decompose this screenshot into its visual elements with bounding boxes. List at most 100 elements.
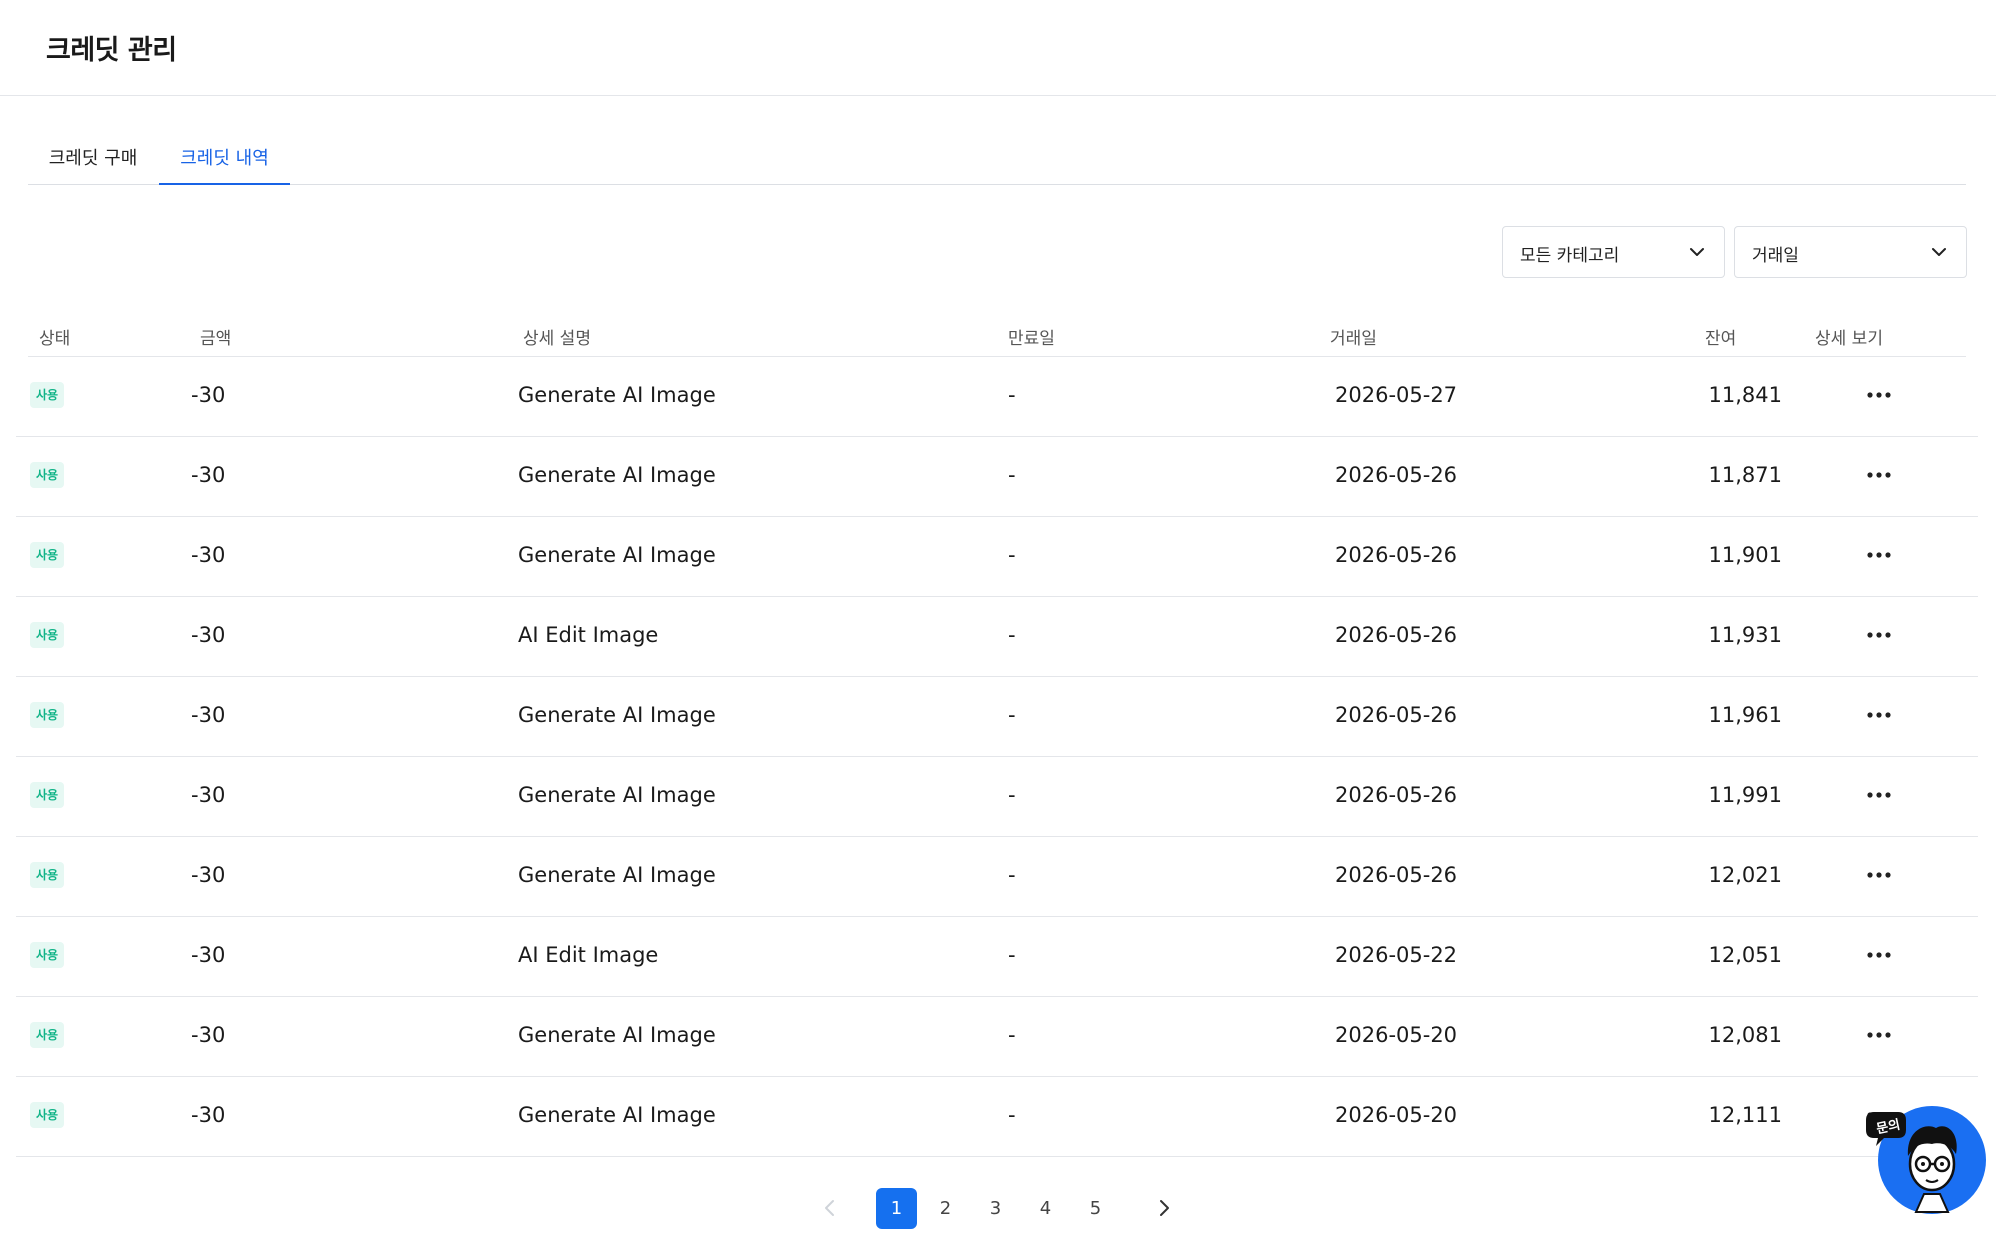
amount-cell: -30 (191, 703, 226, 727)
amount-cell: -30 (191, 383, 226, 407)
balance-cell: 11,991 (1708, 783, 1782, 807)
date-cell: 2026-05-26 (1335, 463, 1458, 487)
chevron-down-icon (1932, 248, 1946, 256)
description-cell: Generate AI Image (518, 1103, 716, 1127)
table-row: 사용 -30 Generate AI Image - 2026-05-20 12… (16, 1077, 1978, 1157)
table-row: 사용 -30 Generate AI Image - 2026-05-26 11… (16, 757, 1978, 837)
status-badge: 사용 (30, 542, 64, 568)
description-cell: Generate AI Image (518, 1023, 716, 1047)
more-options-icon[interactable] (1861, 383, 1897, 407)
status-badge: 사용 (30, 622, 64, 648)
more-options-icon[interactable] (1861, 703, 1897, 727)
more-options-icon[interactable] (1861, 783, 1897, 807)
chevron-right-icon[interactable] (1152, 1196, 1176, 1220)
table-row: 사용 -30 Generate AI Image - 2026-05-20 12… (16, 997, 1978, 1077)
page-button-1[interactable]: 1 (876, 1188, 917, 1229)
column-header-expiry: 만료일 (1008, 329, 1055, 349)
description-cell: Generate AI Image (518, 783, 716, 807)
description-cell: AI Edit Image (518, 943, 659, 967)
more-options-icon[interactable] (1861, 623, 1897, 647)
chevron-left-icon[interactable] (818, 1196, 842, 1220)
amount-cell: -30 (191, 783, 226, 807)
balance-cell: 12,051 (1708, 943, 1782, 967)
balance-cell: 11,901 (1708, 543, 1782, 567)
amount-cell: -30 (191, 1103, 226, 1127)
table-header: 상태 금액 상세 설명 만료일 거래일 잔여 상세 보기 (28, 318, 1966, 357)
date-select-value: 거래일 (1752, 246, 1799, 266)
amount-cell: -30 (191, 543, 226, 567)
page-button-2[interactable]: 2 (925, 1188, 966, 1229)
expiry-cell: - (1008, 863, 1016, 887)
date-cell: 2026-05-20 (1335, 1103, 1458, 1127)
more-options-icon[interactable] (1861, 1023, 1897, 1047)
tab-bar: 크레딧 구매 크레딧 내역 (28, 134, 1966, 185)
expiry-cell: - (1008, 463, 1016, 487)
expiry-cell: - (1008, 1023, 1016, 1047)
balance-cell: 11,931 (1708, 623, 1782, 647)
column-header-description: 상세 설명 (523, 329, 591, 349)
balance-cell: 12,081 (1708, 1023, 1782, 1047)
column-header-status: 상태 (39, 329, 71, 349)
expiry-cell: - (1008, 943, 1016, 967)
table-row: 사용 -30 Generate AI Image - 2026-05-26 12… (16, 837, 1978, 917)
status-badge: 사용 (30, 782, 64, 808)
description-cell: Generate AI Image (518, 383, 716, 407)
column-header-amount: 금액 (200, 329, 232, 349)
date-cell: 2026-05-26 (1335, 703, 1458, 727)
more-options-icon[interactable] (1861, 463, 1897, 487)
amount-cell: -30 (191, 863, 226, 887)
status-badge: 사용 (30, 862, 64, 888)
page-title: 크레딧 관리 (46, 35, 177, 66)
column-header-date: 거래일 (1330, 329, 1377, 349)
amount-cell: -30 (191, 623, 226, 647)
tab-credit-history[interactable]: 크레딧 내역 (159, 144, 290, 185)
expiry-cell: - (1008, 783, 1016, 807)
page-button-3[interactable]: 3 (975, 1188, 1016, 1229)
more-options-icon[interactable] (1861, 543, 1897, 567)
status-badge: 사용 (30, 462, 64, 488)
amount-cell: -30 (191, 463, 226, 487)
status-badge: 사용 (30, 942, 64, 968)
expiry-cell: - (1008, 1103, 1016, 1127)
description-cell: Generate AI Image (518, 543, 716, 567)
date-cell: 2026-05-26 (1335, 783, 1458, 807)
pagination: 1 2 3 4 5 (0, 1188, 1996, 1230)
column-header-details: 상세 보기 (1815, 329, 1883, 349)
table-row: 사용 -30 Generate AI Image - 2026-05-27 11… (16, 357, 1978, 437)
date-cell: 2026-05-26 (1335, 623, 1458, 647)
date-cell: 2026-05-26 (1335, 863, 1458, 887)
table-row: 사용 -30 AI Edit Image - 2026-05-26 11,931 (16, 597, 1978, 677)
more-options-icon[interactable] (1861, 863, 1897, 887)
table-row: 사용 -30 Generate AI Image - 2026-05-26 11… (16, 677, 1978, 757)
description-cell: AI Edit Image (518, 623, 659, 647)
date-cell: 2026-05-22 (1335, 943, 1458, 967)
tab-credit-purchase[interactable]: 크레딧 구매 (28, 144, 158, 183)
category-select-value: 모든 카테고리 (1520, 246, 1620, 266)
description-cell: Generate AI Image (518, 703, 716, 727)
amount-cell: -30 (191, 1023, 226, 1047)
category-select[interactable]: 모든 카테고리 (1502, 226, 1725, 278)
balance-cell: 11,961 (1708, 703, 1782, 727)
table-row: 사용 -30 AI Edit Image - 2026-05-22 12,051 (16, 917, 1978, 997)
inquiry-chat-button[interactable]: 문의 (1864, 1104, 1988, 1216)
expiry-cell: - (1008, 543, 1016, 567)
table-row: 사용 -30 Generate AI Image - 2026-05-26 11… (16, 437, 1978, 517)
balance-cell: 11,871 (1708, 463, 1782, 487)
balance-cell: 12,021 (1708, 863, 1782, 887)
more-options-icon[interactable] (1861, 943, 1897, 967)
chevron-down-icon (1690, 248, 1704, 256)
status-badge: 사용 (30, 702, 64, 728)
column-header-balance: 잔여 (1705, 329, 1737, 349)
page-button-4[interactable]: 4 (1025, 1188, 1066, 1229)
status-badge: 사용 (30, 1022, 64, 1048)
date-select[interactable]: 거래일 (1734, 226, 1967, 278)
table-row: 사용 -30 Generate AI Image - 2026-05-26 11… (16, 517, 1978, 597)
balance-cell: 12,111 (1708, 1103, 1782, 1127)
description-cell: Generate AI Image (518, 863, 716, 887)
status-badge: 사용 (30, 382, 64, 408)
amount-cell: -30 (191, 943, 226, 967)
page-header: 크레딧 관리 (0, 0, 1996, 96)
page-button-5[interactable]: 5 (1075, 1188, 1116, 1229)
description-cell: Generate AI Image (518, 463, 716, 487)
table-body: 사용 -30 Generate AI Image - 2026-05-27 11… (16, 357, 1978, 1157)
